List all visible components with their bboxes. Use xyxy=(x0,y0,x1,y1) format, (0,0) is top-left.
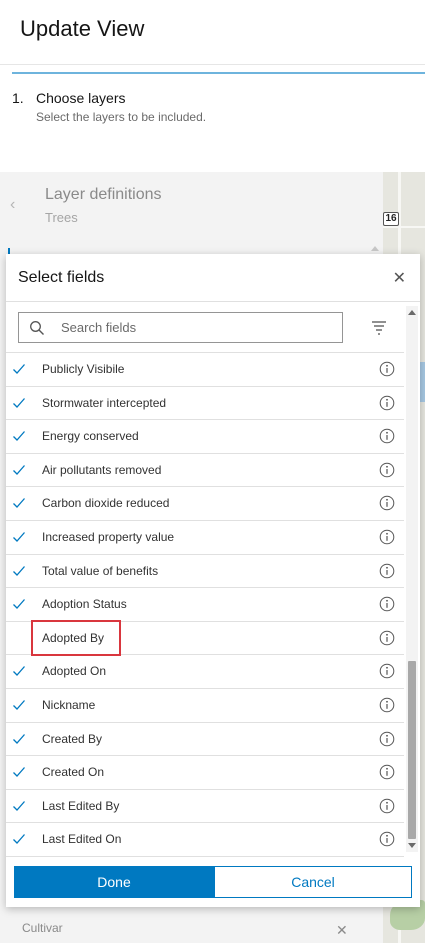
field-label: Increased property value xyxy=(42,529,175,544)
checkmark-icon xyxy=(12,832,26,846)
remove-field-icon[interactable]: ✕ xyxy=(336,922,348,939)
field-label: Created By xyxy=(42,731,103,746)
field-row[interactable]: Nickname xyxy=(6,689,404,723)
step-choose-layers: 1. Choose layers Select the layers to be… xyxy=(12,90,206,124)
back-chevron-icon[interactable]: ‹ xyxy=(10,196,15,214)
field-row[interactable]: Energy conserved xyxy=(6,420,404,454)
info-icon[interactable] xyxy=(379,731,395,747)
field-label: Carbon dioxide reduced xyxy=(42,496,170,511)
info-icon[interactable] xyxy=(379,395,395,411)
select-fields-dialog: Select fields ✕ Publicly Visibile Stormwa… xyxy=(6,254,420,907)
info-icon[interactable] xyxy=(379,764,395,780)
step-number: 1. xyxy=(12,90,24,106)
checkmark-icon xyxy=(12,732,26,746)
field-row[interactable]: Air pollutants removed xyxy=(6,454,404,488)
step-progress-bar xyxy=(12,72,425,74)
step-description: Select the layers to be included. xyxy=(36,110,207,124)
field-row[interactable]: Last Edited On xyxy=(6,823,404,857)
info-icon[interactable] xyxy=(379,462,395,478)
field-label: Adopted By xyxy=(42,630,105,645)
checkmark-icon xyxy=(12,362,26,376)
field-row[interactable]: Publicly Visibile xyxy=(6,353,404,387)
scroll-up-icon[interactable] xyxy=(408,310,416,315)
checkmark-icon xyxy=(12,396,26,410)
field-row[interactable]: Total value of benefits xyxy=(6,555,404,589)
filter-list-icon[interactable] xyxy=(370,318,388,336)
field-label: Stormwater intercepted xyxy=(42,395,167,410)
info-icon[interactable] xyxy=(379,831,395,847)
info-icon[interactable] xyxy=(379,529,395,545)
field-row[interactable]: Adopted On xyxy=(6,655,404,689)
header-divider xyxy=(0,64,425,65)
checkmark-icon xyxy=(12,429,26,443)
field-label: Energy conserved xyxy=(42,429,139,444)
scroll-thumb[interactable] xyxy=(408,661,416,839)
step-title[interactable]: Choose layers xyxy=(36,90,126,106)
field-row[interactable]: Created On xyxy=(6,756,404,790)
checkmark-icon xyxy=(12,765,26,779)
search-input[interactable] xyxy=(61,320,321,335)
checkmark-icon xyxy=(12,463,26,477)
done-button[interactable]: Done xyxy=(14,866,214,898)
info-icon[interactable] xyxy=(379,798,395,814)
search-icon xyxy=(29,318,49,338)
panel-subtitle: Trees xyxy=(45,210,78,225)
dialog-header: Select fields ✕ xyxy=(6,254,420,302)
map-road xyxy=(383,226,425,228)
field-label: Last Edited On xyxy=(42,832,122,847)
field-row[interactable]: Adopted By xyxy=(6,622,404,656)
checkmark-icon xyxy=(12,496,26,510)
field-label: Air pollutants removed xyxy=(42,462,162,477)
cultivar-field-label: Cultivar xyxy=(22,921,63,935)
info-icon[interactable] xyxy=(379,596,395,612)
field-label: Adopted On xyxy=(42,664,107,679)
field-label: Total value of benefits xyxy=(42,563,159,578)
info-icon[interactable] xyxy=(379,495,395,511)
info-icon[interactable] xyxy=(379,361,395,377)
panel-scroll-up-icon[interactable] xyxy=(371,246,379,251)
info-icon[interactable] xyxy=(379,563,395,579)
field-row[interactable]: Stormwater intercepted xyxy=(6,387,404,421)
checkmark-icon xyxy=(12,698,26,712)
field-label: Last Edited By xyxy=(42,798,120,813)
cancel-button[interactable]: Cancel xyxy=(214,866,412,898)
field-list: Publicly Visibile Stormwater intercepted E… xyxy=(6,353,404,857)
map-route-shield: 16 xyxy=(383,212,399,226)
info-icon[interactable] xyxy=(379,630,395,646)
page-title: Update View xyxy=(20,16,145,41)
search-box[interactable] xyxy=(18,312,343,343)
panel-title: Layer definitions xyxy=(45,186,162,203)
info-icon[interactable] xyxy=(379,428,395,444)
field-label: Nickname xyxy=(42,697,96,712)
info-icon[interactable] xyxy=(379,697,395,713)
checkmark-icon xyxy=(12,664,26,678)
info-icon[interactable] xyxy=(379,663,395,679)
field-label: Created On xyxy=(42,765,105,780)
checkmark-icon xyxy=(12,597,26,611)
field-row[interactable]: Created By xyxy=(6,723,404,757)
checkmark-icon xyxy=(12,530,26,544)
field-row[interactable]: Carbon dioxide reduced xyxy=(6,487,404,521)
field-list-scrollbar[interactable] xyxy=(406,306,418,852)
checkmark-icon xyxy=(12,564,26,578)
field-row[interactable]: Last Edited By xyxy=(6,790,404,824)
scroll-down-icon[interactable] xyxy=(408,843,416,848)
field-row[interactable]: Increased property value xyxy=(6,521,404,555)
checkmark-icon xyxy=(12,799,26,813)
dialog-footer: Done Cancel xyxy=(14,866,412,898)
field-row[interactable]: Adoption Status xyxy=(6,588,404,622)
close-icon[interactable]: ✕ xyxy=(393,268,406,288)
field-label: Adoption Status xyxy=(42,597,127,612)
field-label: Publicly Visibile xyxy=(42,362,125,376)
dialog-title: Select fields xyxy=(18,269,105,286)
